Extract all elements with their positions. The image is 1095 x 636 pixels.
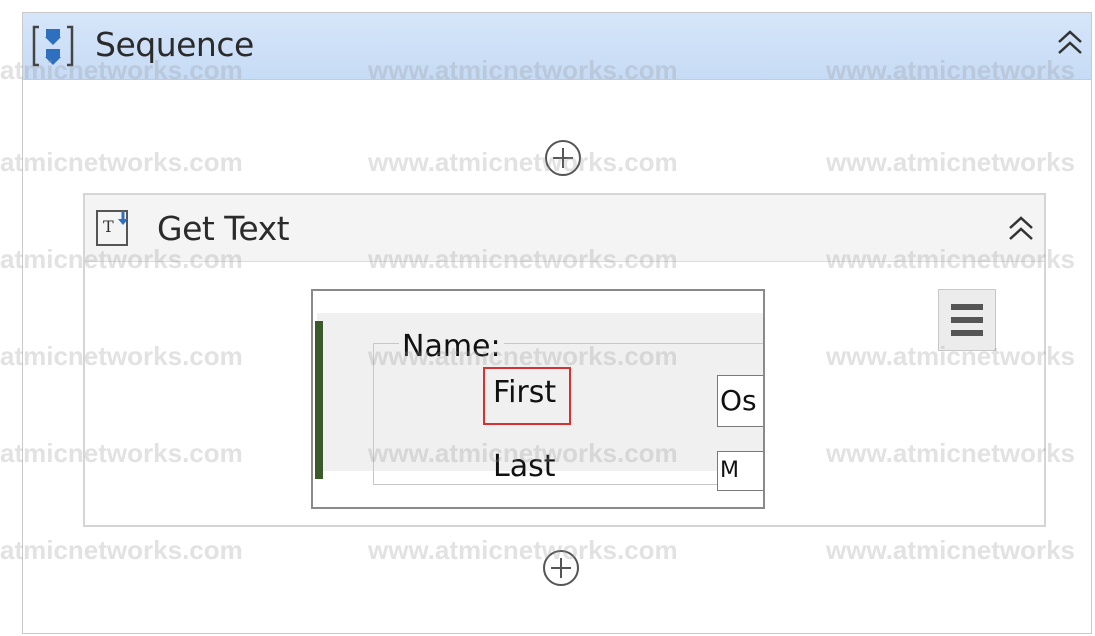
preview-edge-bar — [315, 321, 323, 479]
first-input: Os — [717, 375, 763, 427]
last-input: M — [717, 451, 763, 491]
get-text-icon: T — [96, 210, 128, 246]
double-chevron-up-icon[interactable] — [1004, 211, 1038, 245]
first-label: First — [493, 375, 557, 410]
svg-text:T: T — [103, 217, 114, 236]
plus-circle-icon[interactable] — [541, 548, 581, 588]
sequence-icon — [32, 25, 74, 67]
sequence-header[interactable]: Sequence — [23, 13, 1091, 80]
get-text-activity[interactable]: T Get Text Name: First Last Os M — [83, 193, 1046, 527]
target-preview-image: Name: First Last Os M — [311, 289, 765, 509]
plus-circle-icon[interactable] — [543, 138, 583, 178]
name-label: Name: — [399, 329, 504, 364]
get-text-header[interactable]: T Get Text — [85, 195, 1044, 262]
sequence-container[interactable]: Sequence T Get Text Name: First Last Os … — [22, 12, 1092, 634]
get-text-title: Get Text — [157, 209, 290, 248]
last-label: Last — [493, 449, 556, 484]
sequence-title: Sequence — [95, 25, 254, 64]
hamburger-menu-icon[interactable] — [938, 289, 996, 351]
double-chevron-up-icon[interactable] — [1053, 25, 1087, 59]
